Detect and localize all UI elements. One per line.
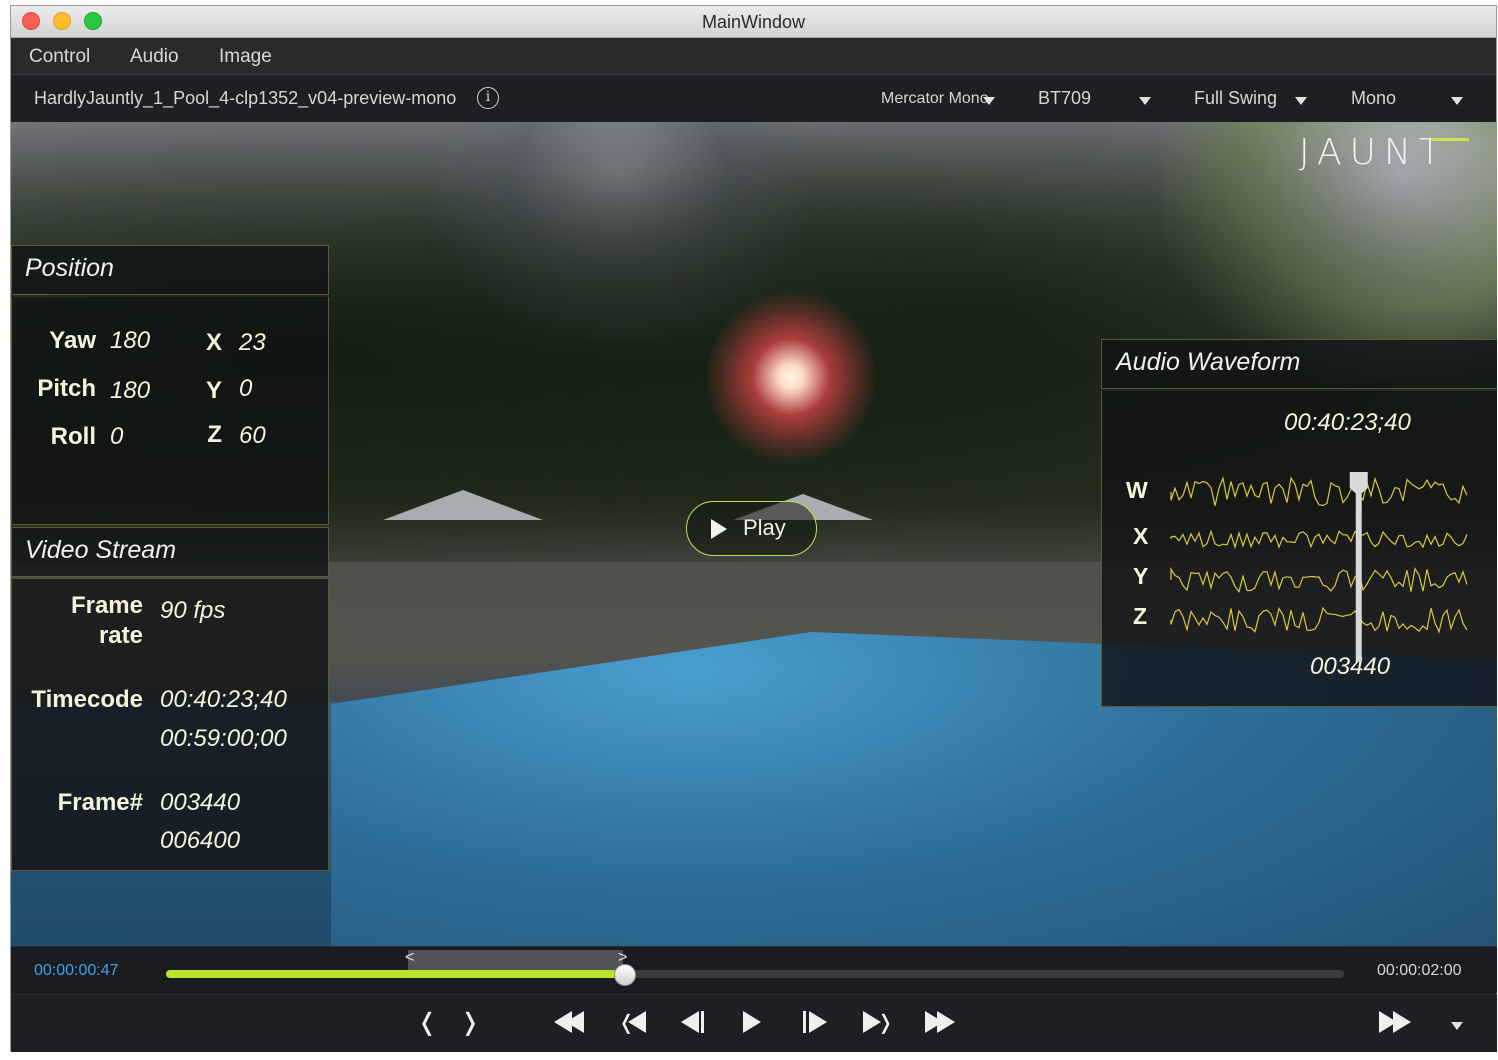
- projection-chevron-down-icon[interactable]: [983, 97, 995, 105]
- colorspace-chevron-down-icon[interactable]: [1139, 97, 1151, 105]
- umbrella-left: [383, 490, 543, 520]
- waveform-playhead[interactable]: [1355, 480, 1362, 662]
- menu-bar: Control Audio Image: [11, 38, 1496, 75]
- video-stream-panel-title: Video Stream: [25, 536, 177, 564]
- z-label: Z: [207, 421, 222, 448]
- timecode-current: 00:40:23;40: [160, 686, 287, 713]
- yaw-value: 180: [110, 327, 151, 354]
- sun-flare: [706, 292, 876, 462]
- y-value: 0: [239, 375, 253, 402]
- video-viewport[interactable]: JAUNT Position Yaw 180 Pitch 180 Roll 0 …: [11, 122, 1497, 946]
- play-overlay-button[interactable]: Play: [686, 501, 817, 556]
- file-toolbar: HardlyJauntly_1_Pool_4-clp1352_v04-previ…: [11, 76, 1496, 122]
- audio-waveform-panel-title: Audio Waveform: [1116, 348, 1301, 376]
- audio-waveform-panel-header: Audio Waveform: [1101, 339, 1497, 389]
- jaunt-logo: JAUNT: [1299, 132, 1449, 173]
- range-chevron-down-icon[interactable]: [1295, 97, 1307, 105]
- projection-dropdown[interactable]: Mercator Mono: [881, 90, 989, 108]
- in-marker[interactable]: <: [405, 949, 414, 967]
- step-back-icon[interactable]: [681, 1011, 711, 1033]
- window-title: MainWindow: [701, 12, 806, 32]
- waveform-channel-x: [1170, 529, 1468, 550]
- step-forward-icon[interactable]: [803, 1011, 833, 1033]
- timeline-playhead-handle[interactable]: [614, 964, 637, 986]
- current-time: 00:00:00:47: [34, 962, 119, 979]
- play-icon[interactable]: [743, 1011, 765, 1033]
- title-bar: MainWindow: [11, 6, 1496, 38]
- file-name: HardlyJauntly_1_Pool_4-clp1352_v04-previ…: [34, 88, 457, 108]
- x-value: 23: [239, 329, 266, 356]
- channel-label-y: Y: [1133, 563, 1149, 589]
- rewind-icon[interactable]: [554, 1011, 584, 1033]
- skip-end-icon[interactable]: [1379, 1011, 1413, 1033]
- pitch-label: Pitch: [37, 375, 96, 402]
- waveform-channel-y: [1170, 567, 1468, 593]
- yaw-label: Yaw: [49, 327, 96, 354]
- timeline-progress: [166, 970, 626, 978]
- more-chevron-icon[interactable]: [1451, 1022, 1463, 1030]
- play-overlay-label: Play: [743, 515, 786, 540]
- y-label: Y: [205, 377, 222, 404]
- in-out-range[interactable]: [408, 950, 623, 970]
- play-icon: [711, 519, 727, 539]
- channel-mode-dropdown[interactable]: Mono: [1351, 88, 1396, 109]
- position-panel-title: Position: [25, 254, 114, 282]
- main-window: MainWindow Control Audio Image HardlyJau…: [10, 5, 1497, 1052]
- timecode-total: 00:59:00;00: [160, 725, 287, 752]
- go-to-in-icon[interactable]: ❬: [618, 1010, 648, 1034]
- colorspace-dropdown[interactable]: BT709: [1038, 88, 1091, 109]
- transport-controls: ❬ ❭ ❬ ❭: [11, 994, 1497, 1052]
- audio-waveform-graph[interactable]: [1169, 472, 1475, 662]
- range-dropdown[interactable]: Full Swing: [1194, 88, 1277, 109]
- channel-label-w: W: [1126, 477, 1148, 503]
- go-to-out-icon[interactable]: ❭: [863, 1010, 894, 1034]
- roll-label: Roll: [50, 423, 96, 450]
- mark-out-icon[interactable]: ❭: [460, 1007, 480, 1037]
- frame-number-total: 006400: [160, 827, 241, 854]
- z-value: 60: [239, 422, 266, 449]
- mark-in-icon[interactable]: ❬: [417, 1007, 437, 1037]
- pitch-value: 180: [110, 377, 151, 404]
- frame-rate-value: 90 fps: [160, 597, 226, 624]
- menu-image[interactable]: Image: [219, 46, 272, 68]
- waveform-channel-w: [1170, 475, 1468, 507]
- menu-control[interactable]: Control: [29, 46, 90, 68]
- end-time: 00:00:02:00: [1377, 962, 1462, 979]
- roll-value: 0: [110, 423, 124, 450]
- waveform-channel-z: [1170, 606, 1468, 634]
- audio-timecode: 00:40:23;40: [1284, 409, 1411, 436]
- frame-rate-label-line2: rate: [98, 622, 143, 649]
- channel-label-z: Z: [1133, 603, 1148, 629]
- video-stream-panel-header: Video Stream: [11, 527, 329, 577]
- x-label: X: [205, 329, 222, 356]
- frame-number-label: Frame#: [57, 789, 143, 816]
- position-panel-header: Position: [11, 245, 329, 295]
- fast-forward-icon[interactable]: [925, 1011, 955, 1033]
- timeline-bar: 00:00:00:47 < > 00:00:02:00: [11, 946, 1497, 993]
- position-panel: Yaw 180 Pitch 180 Roll 0 X 23 Y 0 Z 60: [11, 297, 329, 525]
- video-stream-panel: Frame rate 90 fps Timecode 00:40:23;40 0…: [11, 579, 329, 871]
- timeline-track[interactable]: [166, 970, 1344, 978]
- info-icon[interactable]: i: [477, 87, 499, 109]
- channel-label-x: X: [1133, 523, 1149, 549]
- timecode-label: Timecode: [31, 686, 143, 713]
- jaunt-logo-accent: [1431, 138, 1469, 141]
- menu-audio[interactable]: Audio: [130, 46, 179, 68]
- channel-mode-chevron-down-icon[interactable]: [1451, 97, 1463, 105]
- frame-number-current: 003440: [160, 789, 241, 816]
- frame-rate-label-line1: Frame: [70, 592, 143, 619]
